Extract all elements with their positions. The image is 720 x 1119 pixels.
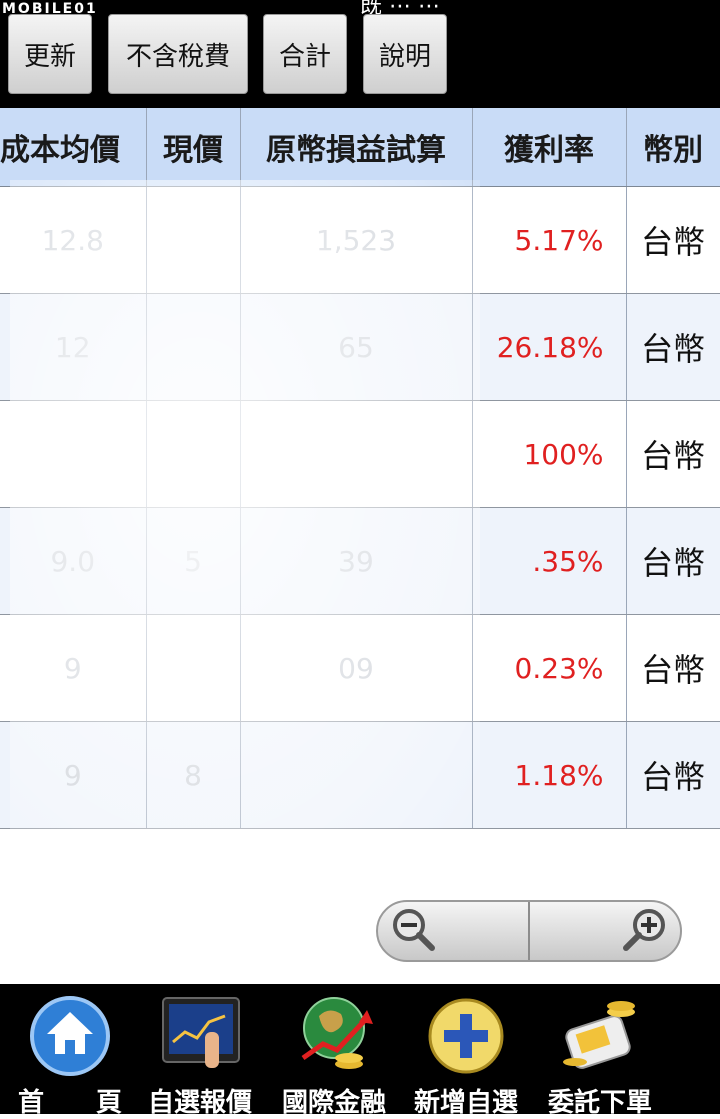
cell-rate: 5.17% (472, 186, 627, 294)
cell-pnl: 65 (240, 293, 473, 401)
cell-pnl (240, 721, 473, 829)
nav-international-label: 國際金融 (281, 1088, 386, 1118)
tablet-chart-icon (155, 992, 245, 1076)
col-header-currency[interactable]: 幣別 (626, 108, 720, 187)
cell-rate: 0.23% (472, 614, 627, 722)
cell-price (146, 293, 241, 401)
table-row[interactable]: 100% 台幣 (0, 400, 720, 508)
table-row[interactable]: 9.0 5 39 .35% 台幣 (0, 507, 720, 615)
nav-order[interactable]: 委託下單 (530, 984, 670, 1118)
cell-rate: 100% (472, 400, 627, 508)
total-button[interactable]: 合計 (263, 14, 347, 94)
zoom-in-button[interactable] (530, 902, 680, 960)
cell-cost: 9 (0, 614, 147, 722)
cell-currency: 台幣 (626, 721, 720, 829)
cell-rate: 1.18% (472, 721, 627, 829)
cell-pnl: 09 (240, 614, 473, 722)
col-header-price[interactable]: 現價 (146, 108, 241, 187)
table-row[interactable]: 12.8 1,523 5.17% 台幣 (0, 186, 720, 294)
nav-add-watch-label: 新增自選 (413, 1088, 518, 1118)
cell-currency: 台幣 (626, 507, 720, 615)
nav-watchlist[interactable]: 自選報價 (130, 984, 270, 1118)
holdings-table: 成本均價 現價 原幣損益試算 獲利率 幣別 12.8 1,523 5.17% 台… (0, 108, 720, 829)
nav-add-watch[interactable]: 新增自選 (396, 984, 536, 1118)
cell-pnl: 39 (240, 507, 473, 615)
col-header-pnl[interactable]: 原幣損益試算 (240, 108, 473, 187)
globe-coins-icon (289, 992, 379, 1076)
cell-cost: 9.0 (0, 507, 147, 615)
col-header-cost[interactable]: 成本均價 (0, 108, 147, 187)
cell-price (146, 186, 241, 294)
cell-cost: 9 (0, 721, 147, 829)
nav-home-label: 首 頁 (17, 1088, 122, 1118)
cell-currency: 台幣 (626, 186, 720, 294)
nav-watchlist-label: 自選報價 (147, 1088, 252, 1118)
nav-home[interactable]: 首 頁 (0, 984, 140, 1118)
table-row[interactable]: 12 65 26.18% 台幣 (0, 293, 720, 401)
table-row[interactable]: 9 09 0.23% 台幣 (0, 614, 720, 722)
cell-pnl (240, 400, 473, 508)
cell-cost (0, 400, 147, 508)
nav-order-label: 委託下單 (547, 1088, 652, 1118)
tax-toggle-button[interactable]: 不含稅費 (108, 14, 248, 94)
cell-cost: 12 (0, 293, 147, 401)
zoom-in-icon (622, 906, 668, 956)
cell-currency: 台幣 (626, 293, 720, 401)
zoom-out-button[interactable] (378, 902, 530, 960)
col-header-rate[interactable]: 獲利率 (472, 108, 627, 187)
cell-currency: 台幣 (626, 614, 720, 722)
zoom-out-icon (390, 906, 436, 956)
cell-rate: 26.18% (472, 293, 627, 401)
cell-price (146, 400, 241, 508)
cell-price: 8 (146, 721, 241, 829)
table-row[interactable]: 9 8 1.18% 台幣 (0, 721, 720, 829)
cell-pnl: 1,523 (240, 186, 473, 294)
table-header-row: 成本均價 現價 原幣損益試算 獲利率 幣別 (0, 108, 720, 187)
order-device-coins-icon (555, 992, 645, 1076)
add-plus-icon (421, 992, 511, 1076)
cell-cost: 12.8 (0, 186, 147, 294)
cell-currency: 台幣 (626, 400, 720, 508)
cell-rate: .35% (472, 507, 627, 615)
top-toolbar: MOBILE01 既 ⋯ ⋯ 更新 不含稅費 合計 說明 (0, 0, 720, 108)
help-button[interactable]: 說明 (363, 14, 447, 94)
cell-price (146, 614, 241, 722)
zoom-control (376, 900, 682, 962)
refresh-button[interactable]: 更新 (8, 14, 92, 94)
home-icon (25, 992, 115, 1076)
cell-price: 5 (146, 507, 241, 615)
nav-international[interactable]: 國際金融 (264, 984, 404, 1118)
bottom-nav: 首 頁 自選報價 國際金融 新增自選 委託下單 (0, 984, 720, 1118)
